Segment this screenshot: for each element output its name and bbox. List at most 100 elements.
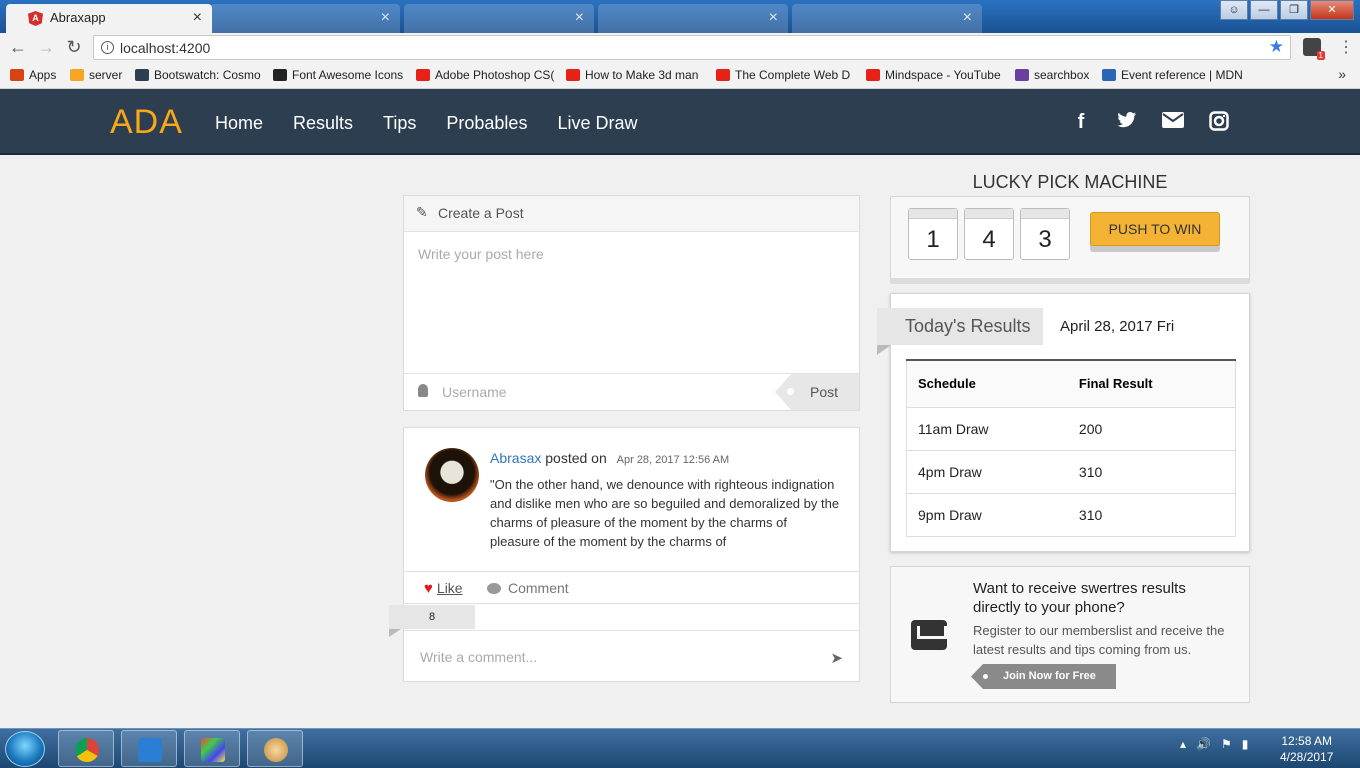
column-header: Final Result: [1067, 360, 1236, 408]
nav-home[interactable]: Home: [215, 113, 263, 134]
bookmark-searchbox[interactable]: searchbox: [1015, 68, 1095, 82]
info-icon[interactable]: i: [101, 41, 114, 54]
bookmark-server[interactable]: server: [70, 68, 130, 82]
table-row: 4pm Draw 310: [906, 450, 1236, 494]
results-date: April 28, 2017 Fri: [1060, 318, 1175, 335]
close-window-icon[interactable]: ✕: [1310, 0, 1354, 20]
comment-input[interactable]: Write a comment... ➤: [404, 630, 859, 682]
youtube-icon: [416, 69, 430, 81]
taskbar-app[interactable]: [184, 730, 240, 767]
codepen-icon: [1015, 69, 1029, 81]
post-date: Apr 28, 2017 12:56 AM: [616, 454, 730, 466]
todays-results-label: Today's Results: [877, 308, 1043, 345]
mdn-icon: [1102, 69, 1116, 81]
user-icon: [418, 384, 428, 397]
bookmark-apps[interactable]: Apps: [10, 68, 66, 82]
bookmark-bootswatch[interactable]: Bootswatch: Cosmo: [135, 68, 267, 82]
send-icon[interactable]: ➤: [830, 649, 843, 667]
bookmark-mindspace[interactable]: Mindspace - YouTube: [866, 68, 1008, 82]
signup-title: Want to receive swertres results directl…: [973, 580, 1186, 616]
facebook-icon[interactable]: f: [1070, 111, 1092, 133]
post-button[interactable]: Post: [775, 374, 859, 410]
more-bookmarks-icon[interactable]: »: [1338, 66, 1346, 82]
like-button[interactable]: ♥ Like: [424, 580, 463, 597]
taskbar-clock[interactable]: 12:58 AM 4/28/2017: [1280, 733, 1333, 765]
bookmark-star-icon[interactable]: ★: [1269, 37, 1284, 57]
site-navbar: ADA Home Results Tips Probables Live Dra…: [0, 89, 1360, 155]
lucky-pick-machine: 1 4 3 PUSH TO WIN: [890, 196, 1250, 284]
browser-tabstrip: A Abraxapp × × × × × ☺ — ❐ ✕: [0, 0, 1360, 33]
nav-live-draw[interactable]: Live Draw: [557, 113, 637, 134]
post-author[interactable]: Abrasax: [490, 450, 541, 466]
nav-probables[interactable]: Probables: [446, 113, 527, 134]
create-post-header: ✎ Create a Post: [404, 196, 859, 232]
bookmark-font-awesome[interactable]: Font Awesome Icons: [273, 68, 409, 82]
create-post-title: Create a Post: [438, 205, 524, 221]
close-tab-icon[interactable]: ×: [963, 9, 972, 27]
create-post-panel: ✎ Create a Post Write your post here Use…: [403, 195, 860, 411]
maximize-icon[interactable]: ❐: [1280, 0, 1308, 20]
todays-results-panel: Today's Results April 28, 2017 Fri Sched…: [877, 293, 1250, 552]
nav-results[interactable]: Results: [293, 113, 353, 134]
join-now-button[interactable]: Join Now for Free: [971, 664, 1116, 689]
forward-icon[interactable]: →: [36, 37, 56, 58]
close-tab-icon[interactable]: ×: [381, 9, 390, 27]
bookmark-label: How to Make 3d man: [585, 68, 699, 82]
flag-icon: [273, 69, 287, 81]
bookmark-label: Event reference | MDN: [1121, 68, 1242, 82]
table-row: 9pm Draw 310: [906, 493, 1236, 537]
bookmark-3d-man[interactable]: How to Make 3d man: [566, 68, 706, 82]
result-cell: 200: [1067, 407, 1236, 451]
taskbar-vscode[interactable]: [121, 730, 177, 767]
comment-placeholder: Write a comment...: [420, 649, 538, 665]
close-tab-icon[interactable]: ×: [193, 9, 202, 27]
instagram-icon[interactable]: [1208, 111, 1230, 133]
twitter-icon[interactable]: [1116, 111, 1138, 133]
envelope-icon[interactable]: [1162, 111, 1184, 133]
browser-tab[interactable]: ×: [210, 4, 400, 33]
url-input[interactable]: i localhost:4200 ★: [93, 35, 1291, 60]
chrome-icon: [75, 738, 99, 762]
site-logo[interactable]: ADA: [110, 103, 183, 142]
browser-tab[interactable]: ×: [792, 4, 982, 33]
browser-tab[interactable]: ×: [404, 4, 594, 33]
main-nav: Home Results Tips Probables Live Draw: [215, 113, 637, 134]
sourcetree-icon: [201, 738, 225, 762]
browser-tab[interactable]: ×: [598, 4, 788, 33]
bookmark-label: Apps: [29, 68, 57, 82]
username-input[interactable]: Username: [442, 384, 507, 400]
lucky-digit: 3: [1020, 208, 1070, 260]
bookmarks-bar: Apps server Bootswatch: Cosmo Font Aweso…: [0, 63, 1360, 89]
minimize-icon[interactable]: —: [1250, 0, 1278, 20]
like-label: Like: [436, 580, 463, 596]
bookmark-label: server: [89, 68, 123, 82]
extension-icon[interactable]: 1: [1303, 38, 1325, 60]
close-tab-icon[interactable]: ×: [575, 9, 584, 27]
taskbar-chrome[interactable]: [58, 730, 114, 767]
browser-tab-active[interactable]: A Abraxapp ×: [6, 4, 212, 33]
bookmark-label: Adobe Photoshop CS(: [435, 68, 554, 82]
menu-icon[interactable]: ⋮: [1338, 37, 1354, 57]
windows-taskbar: ▴ 🔊 ⚑ ▮ 12:58 AM 4/28/2017: [0, 728, 1360, 768]
user-icon[interactable]: ☺: [1220, 0, 1248, 20]
youtube-icon: [566, 69, 580, 81]
comment-icon: [487, 583, 501, 594]
nav-tips[interactable]: Tips: [383, 113, 416, 134]
bookmark-label: The Complete Web D: [735, 68, 851, 82]
bookmark-mdn[interactable]: Event reference | MDN: [1102, 68, 1242, 82]
post-textarea[interactable]: Write your post here: [404, 232, 859, 372]
bookmark-photoshop[interactable]: Adobe Photoshop CS(: [416, 68, 554, 82]
push-to-win-button[interactable]: PUSH TO WIN: [1090, 212, 1220, 246]
comment-label: Comment: [508, 580, 569, 596]
reload-icon[interactable]: ↻: [64, 37, 84, 58]
back-icon[interactable]: ←: [8, 37, 28, 58]
bookmark-complete-web[interactable]: The Complete Web D: [716, 68, 856, 82]
post-card: Abrasax posted on Apr 28, 2017 12:56 AM …: [389, 427, 860, 682]
comment-button[interactable]: Comment: [487, 580, 569, 596]
bookmark-label: Font Awesome Icons: [292, 68, 404, 82]
close-tab-icon[interactable]: ×: [769, 9, 778, 27]
start-button[interactable]: [5, 731, 45, 767]
apps-grid-icon: [10, 69, 24, 81]
address-bar-row: ← → ↻ i localhost:4200 ★ 1 ⋮: [0, 33, 1360, 63]
taskbar-paint[interactable]: [247, 730, 303, 767]
